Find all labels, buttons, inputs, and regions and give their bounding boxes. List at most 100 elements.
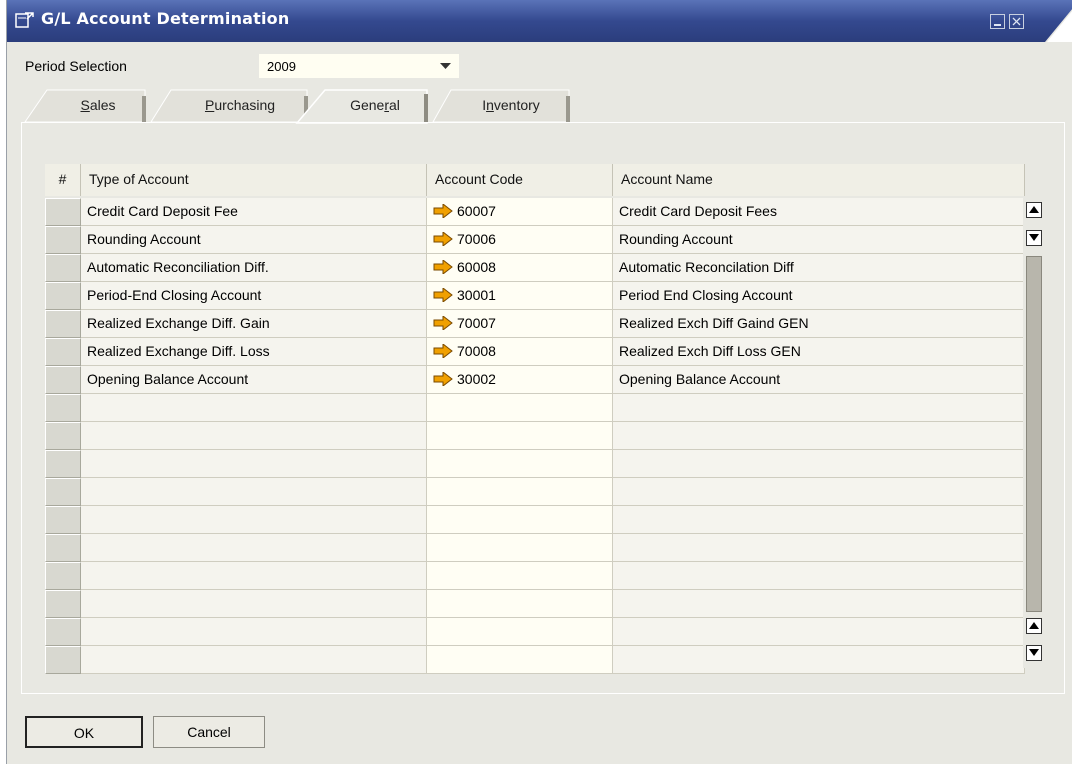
cell-account-code[interactable]: 70006 <box>427 226 613 254</box>
row-selector[interactable] <box>45 310 81 338</box>
cell-type-of-account[interactable]: Automatic Reconciliation Diff. <box>81 254 427 282</box>
period-selection-dropdown[interactable]: 2009 <box>259 54 459 78</box>
cell-type-of-account[interactable] <box>81 478 427 506</box>
tab-sales[interactable]: Sales <box>53 88 143 122</box>
table-row[interactable] <box>45 562 1025 590</box>
cell-account-code[interactable] <box>427 506 613 534</box>
table-row[interactable] <box>45 534 1025 562</box>
cell-type-of-account[interactable] <box>81 646 427 674</box>
link-arrow-icon[interactable] <box>433 287 453 302</box>
cell-account-name[interactable]: Realized Exch Diff Gaind GEN <box>613 310 1025 338</box>
cell-account-code[interactable] <box>427 422 613 450</box>
column-header-type[interactable]: Type of Account <box>81 164 427 196</box>
link-arrow-icon[interactable] <box>433 203 453 218</box>
title-bar[interactable]: G/L Account Determination <box>7 0 1072 42</box>
cell-account-code[interactable]: 70008 <box>427 338 613 366</box>
cell-type-of-account[interactable]: Rounding Account <box>81 226 427 254</box>
cell-account-name[interactable]: Automatic Reconcilation Diff <box>613 254 1025 282</box>
grid-scrollbar[interactable] <box>1023 198 1045 668</box>
column-header-number[interactable]: # <box>45 164 81 196</box>
row-selector[interactable] <box>45 562 81 590</box>
cell-account-name[interactable]: Realized Exch Diff Loss GEN <box>613 338 1025 366</box>
row-selector[interactable] <box>45 366 81 394</box>
table-row[interactable]: Realized Exchange Diff. Gain 70007 Realize… <box>45 310 1025 338</box>
table-row[interactable] <box>45 646 1025 674</box>
close-button[interactable] <box>1009 14 1024 29</box>
cell-account-name[interactable] <box>613 534 1025 562</box>
scroll-up-button[interactable] <box>1026 618 1042 634</box>
cell-type-of-account[interactable] <box>81 450 427 478</box>
cell-account-code[interactable]: 30002 <box>427 366 613 394</box>
cell-account-name[interactable]: Credit Card Deposit Fees <box>613 198 1025 226</box>
cell-account-name[interactable] <box>613 618 1025 646</box>
table-row[interactable] <box>45 394 1025 422</box>
row-selector[interactable] <box>45 338 81 366</box>
cell-account-name[interactable] <box>613 394 1025 422</box>
cancel-button[interactable]: Cancel <box>153 716 265 748</box>
cell-account-code[interactable]: 30001 <box>427 282 613 310</box>
cell-type-of-account[interactable]: Realized Exchange Diff. Loss <box>81 338 427 366</box>
cell-account-name[interactable] <box>613 450 1025 478</box>
column-header-code[interactable]: Account Code <box>427 164 613 196</box>
cell-account-name[interactable] <box>613 506 1025 534</box>
table-row[interactable] <box>45 422 1025 450</box>
cell-type-of-account[interactable]: Period-End Closing Account <box>81 282 427 310</box>
tab-purchasing[interactable]: Purchasing <box>175 88 305 122</box>
column-header-name[interactable]: Account Name <box>613 164 1025 196</box>
cell-type-of-account[interactable] <box>81 422 427 450</box>
row-selector[interactable] <box>45 282 81 310</box>
table-row[interactable] <box>45 618 1025 646</box>
cell-type-of-account[interactable]: Opening Balance Account <box>81 366 427 394</box>
cell-account-code[interactable]: 60007 <box>427 198 613 226</box>
cell-type-of-account[interactable]: Realized Exchange Diff. Gain <box>81 310 427 338</box>
scroll-bottom-button[interactable] <box>1026 645 1042 661</box>
row-selector[interactable] <box>45 534 81 562</box>
cell-account-code[interactable] <box>427 450 613 478</box>
cell-account-name[interactable] <box>613 646 1025 674</box>
table-row[interactable] <box>45 506 1025 534</box>
cell-account-name[interactable]: Opening Balance Account <box>613 366 1025 394</box>
tab-inventory[interactable]: Inventory <box>455 88 567 122</box>
link-arrow-icon[interactable] <box>433 343 453 358</box>
table-row[interactable]: Period-End Closing Account 30001 Period En… <box>45 282 1025 310</box>
cell-account-name[interactable]: Period End Closing Account <box>613 282 1025 310</box>
cell-account-code[interactable] <box>427 478 613 506</box>
cell-account-code[interactable] <box>427 562 613 590</box>
scroll-down-button[interactable] <box>1026 230 1042 246</box>
ok-button[interactable]: OK <box>25 716 143 748</box>
cell-account-name[interactable] <box>613 478 1025 506</box>
cell-account-code[interactable] <box>427 590 613 618</box>
cell-type-of-account[interactable]: Credit Card Deposit Fee <box>81 198 427 226</box>
cell-account-code[interactable]: 70007 <box>427 310 613 338</box>
link-arrow-icon[interactable] <box>433 259 453 274</box>
link-arrow-icon[interactable] <box>433 315 453 330</box>
cell-type-of-account[interactable] <box>81 562 427 590</box>
cell-account-name[interactable]: Rounding Account <box>613 226 1025 254</box>
cell-type-of-account[interactable] <box>81 590 427 618</box>
row-selector[interactable] <box>45 646 81 674</box>
cell-account-code[interactable]: 60008 <box>427 254 613 282</box>
scroll-top-button[interactable] <box>1026 202 1042 218</box>
cell-account-name[interactable] <box>613 590 1025 618</box>
cell-type-of-account[interactable] <box>81 618 427 646</box>
row-selector[interactable] <box>45 422 81 450</box>
row-selector[interactable] <box>45 394 81 422</box>
table-row[interactable]: Realized Exchange Diff. Loss 70008 Realize… <box>45 338 1025 366</box>
scroll-thumb[interactable] <box>1026 256 1042 612</box>
link-arrow-icon[interactable] <box>433 371 453 386</box>
table-row[interactable]: Automatic Reconciliation Diff. 60008 Autom… <box>45 254 1025 282</box>
link-arrow-icon[interactable] <box>433 231 453 246</box>
table-row[interactable]: Opening Balance Account 30002 Opening Bala… <box>45 366 1025 394</box>
table-row[interactable]: Rounding Account 70006 Rounding Account <box>45 226 1025 254</box>
cell-account-code[interactable] <box>427 646 613 674</box>
cell-account-code[interactable] <box>427 394 613 422</box>
table-row[interactable]: Credit Card Deposit Fee 60007 Credit Card … <box>45 198 1025 226</box>
cell-account-code[interactable] <box>427 618 613 646</box>
cell-account-code[interactable] <box>427 534 613 562</box>
table-row[interactable] <box>45 450 1025 478</box>
row-selector[interactable] <box>45 478 81 506</box>
table-row[interactable] <box>45 478 1025 506</box>
cell-type-of-account[interactable] <box>81 394 427 422</box>
row-selector[interactable] <box>45 198 81 226</box>
cell-account-name[interactable] <box>613 422 1025 450</box>
